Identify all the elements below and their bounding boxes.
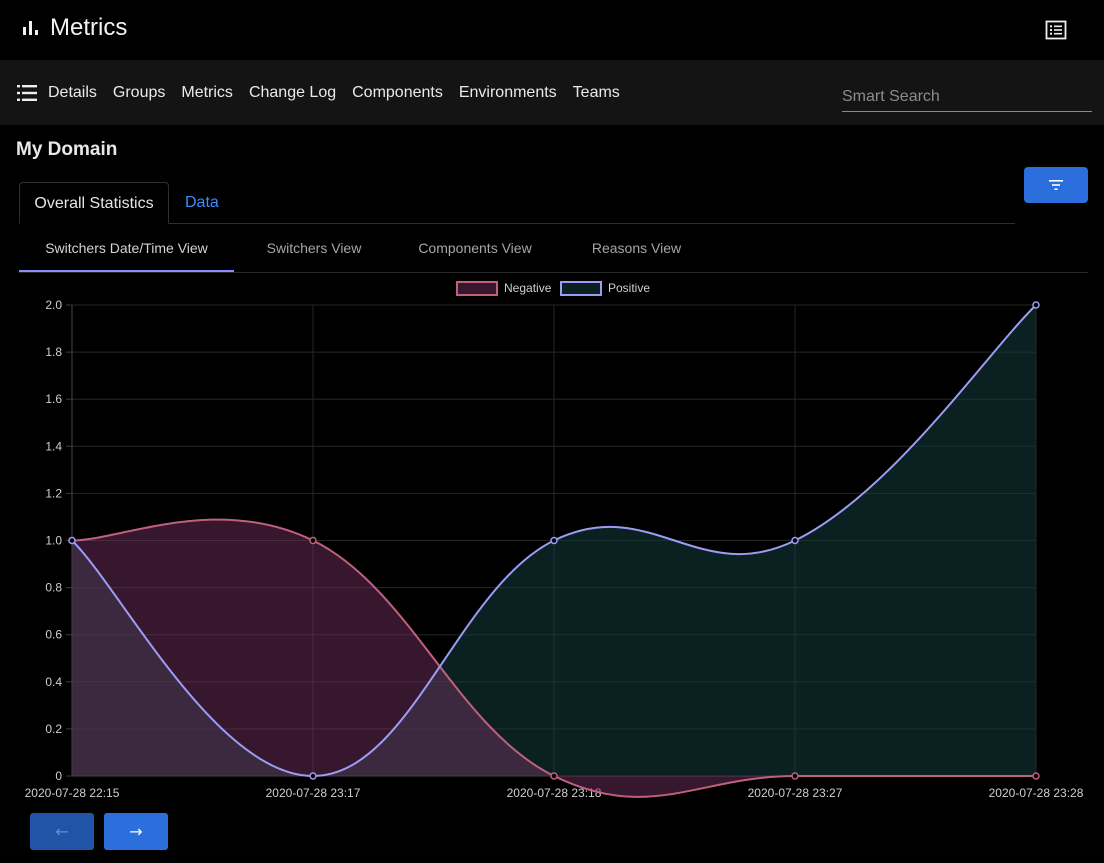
series-negative-point (791, 772, 799, 780)
legend-swatch-positive (560, 281, 602, 296)
nav-link-environments[interactable]: Environments (459, 84, 557, 102)
y-tick-label: 0 (55, 769, 62, 783)
nav-link-components[interactable]: Components (352, 84, 443, 102)
search-input[interactable] (842, 85, 1092, 109)
y-tick-label: 1.6 (45, 392, 62, 406)
switchers-chart: 0 0.2 0.4 0.6 0.8 1.0 1.2 1.4 1.6 1.8 2.0 2020-07-2… (25, 281, 1084, 800)
subtab-components-view[interactable]: Components View (405, 226, 545, 272)
tab-data[interactable]: Data (185, 182, 219, 223)
arrow-right-icon: → (129, 822, 143, 841)
legend-label-positive: Positive (608, 281, 650, 295)
sub-tabs: Switchers Date/Time View Switchers View … (19, 226, 1088, 273)
page-title: My Domain (16, 139, 118, 160)
series-positive-point (791, 536, 799, 545)
nav-links: Details Groups Metrics Change Log Compon… (48, 84, 636, 102)
y-tick-label: 0.4 (45, 675, 62, 689)
y-tick-label: 1.0 (45, 534, 62, 548)
menu-list-icon[interactable] (17, 85, 37, 101)
x-tick-label: 2020-07-28 23:28 (989, 786, 1084, 800)
y-tick-label: 1.2 (45, 486, 62, 500)
nav-link-metrics[interactable]: Metrics (181, 84, 233, 102)
y-tick-label: 1.4 (45, 439, 62, 453)
nav-link-groups[interactable]: Groups (113, 84, 165, 102)
bar-chart-icon (23, 21, 38, 35)
series-positive-point (1032, 301, 1040, 309)
x-tick-label: 2020-07-28 23:17 (266, 786, 361, 800)
nav-bar: Details Groups Metrics Change Log Compon… (0, 60, 1104, 125)
subtab-switchers-view[interactable]: Switchers View (249, 226, 379, 272)
series-negative-point (1032, 772, 1040, 780)
nav-link-teams[interactable]: Teams (573, 84, 620, 102)
chart-area: 0 0.2 0.4 0.6 0.8 1.0 1.2 1.4 1.6 1.8 2.0 2020-07-2… (0, 275, 1104, 805)
tab-overall-statistics[interactable]: Overall Statistics (19, 182, 169, 224)
filter-button[interactable] (1024, 167, 1088, 203)
y-tick-label: 0.8 (45, 581, 62, 595)
arrow-left-icon: ← (55, 822, 69, 841)
tabs: Overall Statistics Data (19, 182, 1015, 224)
previous-page-button[interactable]: ← (30, 813, 94, 850)
subtab-reasons-view[interactable]: Reasons View (579, 226, 694, 272)
search-field (842, 85, 1092, 112)
y-tick-label: 1.8 (45, 345, 62, 359)
view-list-icon[interactable] (1044, 18, 1068, 42)
series-positive-point (68, 536, 76, 545)
y-tick-label: 0.2 (45, 722, 62, 736)
nav-link-details[interactable]: Details (48, 84, 97, 102)
next-page-button[interactable]: → (104, 813, 168, 850)
subtab-switchers-date-time-view[interactable]: Switchers Date/Time View (19, 226, 234, 272)
series-negative-point (309, 536, 317, 545)
series-positive-point (309, 772, 317, 780)
legend-label-negative: Negative (504, 281, 552, 295)
x-tick-label: 2020-07-28 22:15 (25, 786, 120, 800)
legend-swatch-negative (456, 281, 498, 296)
x-tick-label: 2020-07-28 23:27 (748, 786, 843, 800)
y-tick-label: 0.6 (45, 628, 62, 642)
series-negative-point (550, 772, 558, 780)
filter-icon (1049, 180, 1063, 190)
y-tick-label: 2.0 (45, 298, 62, 312)
app-title: Metrics (50, 14, 128, 41)
nav-link-change-log[interactable]: Change Log (249, 84, 336, 102)
series-positive-point (550, 536, 558, 545)
top-bar: Metrics (0, 0, 1104, 60)
